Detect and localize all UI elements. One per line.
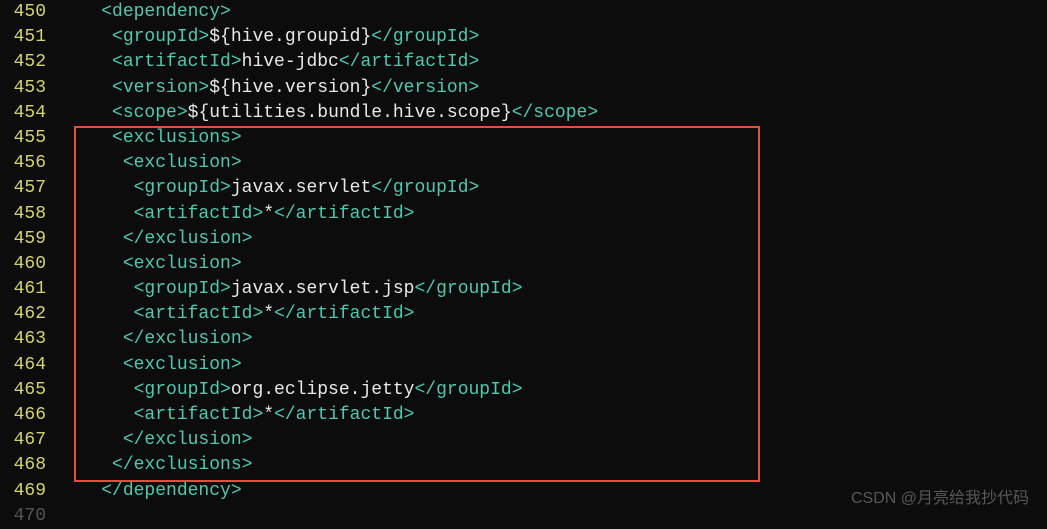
xml-tag: </scope> (512, 103, 598, 123)
code-line: <exclusion> (58, 252, 1047, 277)
xml-tag: <groupId> (134, 178, 231, 198)
xml-tag: <groupId> (134, 380, 231, 400)
xml-value: hive-jdbc (242, 52, 339, 72)
xml-tag: <artifactId> (112, 52, 242, 72)
line-number: 464 (0, 353, 46, 378)
line-number: 465 (0, 378, 46, 403)
xml-tag: <scope> (112, 103, 188, 123)
xml-value: * (263, 304, 274, 324)
xml-tag: </exclusions> (112, 455, 252, 475)
code-line: <exclusion> (58, 151, 1047, 176)
xml-tag: </exclusion> (123, 430, 253, 450)
xml-tag: </artifactId> (274, 304, 414, 324)
line-number: 468 (0, 453, 46, 478)
code-line: <groupId>javax.servlet</groupId> (58, 176, 1047, 201)
line-number: 469 (0, 479, 46, 504)
xml-tag: </exclusion> (123, 329, 253, 349)
line-number: 452 (0, 50, 46, 75)
code-line: <groupId>javax.servlet.jsp</groupId> (58, 277, 1047, 302)
code-line: <scope>${utilities.bundle.hive.scope}</s… (58, 101, 1047, 126)
code-line: <groupId>org.eclipse.jetty</groupId> (58, 378, 1047, 403)
xml-tag: <exclusion> (123, 153, 242, 173)
xml-tag: </groupId> (371, 27, 479, 47)
xml-tag: </exclusion> (123, 229, 253, 249)
code-line: </exclusion> (58, 227, 1047, 252)
xml-tag: <artifactId> (134, 204, 264, 224)
xml-value: ${hive.groupid} (209, 27, 371, 47)
line-number: 457 (0, 176, 46, 201)
code-editor[interactable]: 450 451 452 453 454 455 456 457 458 459 … (0, 0, 1047, 529)
xml-value: javax.servlet (231, 178, 371, 198)
xml-tag: <dependency> (101, 2, 231, 22)
code-line: <artifactId>hive-jdbc</artifactId> (58, 50, 1047, 75)
watermark-text: CSDN @月亮给我抄代码 (851, 488, 1029, 510)
code-line: <dependency> (58, 0, 1047, 25)
xml-tag: </artifactId> (274, 204, 414, 224)
code-line: <exclusion> (58, 353, 1047, 378)
xml-tag: <artifactId> (134, 304, 264, 324)
xml-tag: </groupId> (414, 380, 522, 400)
code-line: </exclusion> (58, 327, 1047, 352)
line-number-gutter: 450 451 452 453 454 455 456 457 458 459 … (0, 0, 58, 529)
line-number: 453 (0, 76, 46, 101)
xml-tag: </dependency> (101, 481, 241, 501)
xml-tag: </groupId> (371, 178, 479, 198)
xml-tag: <version> (112, 78, 209, 98)
line-number: 460 (0, 252, 46, 277)
xml-tag: <exclusion> (123, 254, 242, 274)
xml-tag: <exclusion> (123, 355, 242, 375)
code-line: <version>${hive.version}</version> (58, 76, 1047, 101)
xml-tag: <exclusions> (112, 128, 242, 148)
xml-value: ${hive.version} (209, 78, 371, 98)
code-line: <artifactId>*</artifactId> (58, 302, 1047, 327)
line-number: 467 (0, 428, 46, 453)
code-line: </exclusion> (58, 428, 1047, 453)
xml-tag: </artifactId> (339, 52, 479, 72)
code-line: </exclusions> (58, 453, 1047, 478)
line-number: 454 (0, 101, 46, 126)
code-line: <exclusions> (58, 126, 1047, 151)
code-line: <groupId>${hive.groupid}</groupId> (58, 25, 1047, 50)
xml-tag: <artifactId> (134, 405, 264, 425)
line-number: 461 (0, 277, 46, 302)
xml-tag: </groupId> (414, 279, 522, 299)
xml-value: org.eclipse.jetty (231, 380, 415, 400)
line-number: 470 (0, 504, 46, 529)
xml-tag: <groupId> (112, 27, 209, 47)
xml-tag: </version> (371, 78, 479, 98)
line-number: 466 (0, 403, 46, 428)
line-number: 450 (0, 0, 46, 25)
xml-value: ${utilities.bundle.hive.scope} (188, 103, 512, 123)
line-number: 451 (0, 25, 46, 50)
line-number: 456 (0, 151, 46, 176)
line-number: 463 (0, 327, 46, 352)
line-number: 458 (0, 202, 46, 227)
code-content[interactable]: <dependency> <groupId>${hive.groupid}</g… (58, 0, 1047, 529)
xml-tag: </artifactId> (274, 405, 414, 425)
xml-value: * (263, 405, 274, 425)
code-line: <artifactId>*</artifactId> (58, 202, 1047, 227)
xml-value: * (263, 204, 274, 224)
line-number: 459 (0, 227, 46, 252)
code-line: <artifactId>*</artifactId> (58, 403, 1047, 428)
xml-value: javax.servlet.jsp (231, 279, 415, 299)
line-number: 455 (0, 126, 46, 151)
line-number: 462 (0, 302, 46, 327)
xml-tag: <groupId> (134, 279, 231, 299)
